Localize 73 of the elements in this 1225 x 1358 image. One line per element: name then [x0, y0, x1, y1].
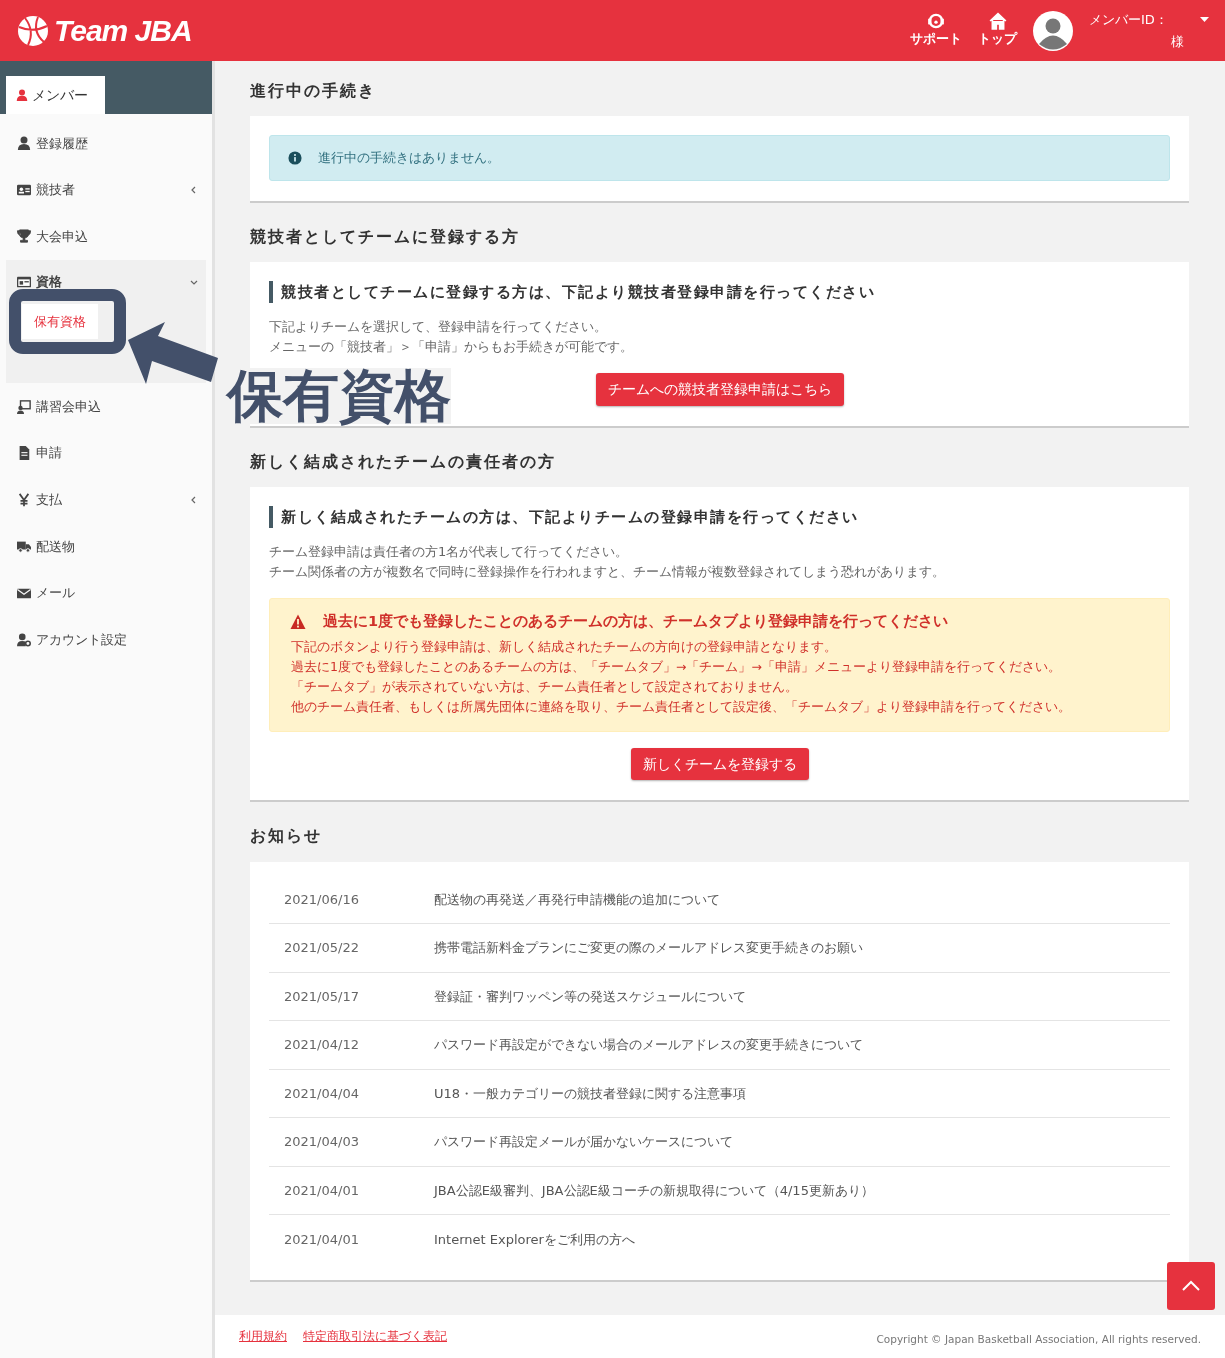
- sidebar-item[interactable]: 講習会申込: [0, 383, 212, 430]
- description-text: チーム登録申請は責任者の方1名が代表して行ってください。: [269, 543, 630, 562]
- warning-text: 過去に1度でも登録したことのあるチームの方は、「チームタブ」→「チーム」→「申請」メニューより登録申請を行ってください。: [291, 658, 1062, 677]
- sidebar-item[interactable]: アカウント設定: [0, 616, 212, 663]
- trophy-icon: [16, 229, 32, 244]
- sidebar-item[interactable]: 競技者: [0, 166, 212, 214]
- warning-text: 「チームタブ」が表示されていない方は、チーム責任者として設定されておりません。: [291, 678, 799, 697]
- news-link[interactable]: U18・一般カテゴリーの競技者登録に関する注意事項: [434, 1083, 747, 1103]
- section-title: 競技者としてチームに登録する方: [250, 226, 521, 246]
- id-card-icon: [16, 182, 32, 197]
- home-icon: [988, 12, 1007, 31]
- person-icon: [16, 136, 32, 151]
- annotation-text: 保有資格: [227, 368, 451, 424]
- warning-text: 他のチーム責任者、もしくは所属先団体に連絡を取り、チーム責任者として設定後、「チームタブ」より登録申請を行ってください。: [291, 698, 1072, 717]
- register-team-button[interactable]: 新しくチームを登録する: [630, 748, 809, 781]
- news-date: 2021/05/22: [284, 939, 360, 957]
- sidebar-item[interactable]: メール: [0, 569, 212, 617]
- sidebar-item[interactable]: 配送物: [0, 523, 212, 570]
- section-title: 進行中の手続き: [250, 81, 377, 101]
- alert-text: 進行中の手続きはありません。: [318, 149, 500, 168]
- member-tab[interactable]: メンバー: [6, 76, 105, 114]
- news-date: 2021/04/03: [284, 1133, 360, 1151]
- member-id-label: メンバーID：: [1089, 11, 1169, 29]
- apply-button[interactable]: チームへの競技者登録申請はこちら: [595, 373, 844, 406]
- news-date: 2021/04/01: [284, 1181, 360, 1200]
- nav-button[interactable]: サポート: [910, 12, 962, 49]
- description-text: メニューの「競技者」＞「申請」からもお手続きが可能です。: [269, 338, 634, 357]
- section-title: 新しく結成されたチームの責任者の方: [250, 451, 557, 471]
- news-link[interactable]: パスワード再設定ができない場合のメールアドレスの変更手続きについて: [434, 1035, 863, 1055]
- news-link[interactable]: 登録証・審判ワッペン等の発送スケジュールについて: [434, 986, 746, 1006]
- user-gear-icon: [16, 632, 32, 647]
- news-link[interactable]: パスワード再設定メールが届かないケースについて: [434, 1132, 733, 1152]
- news-link[interactable]: 配送物の再発送／再発行申請機能の追加について: [434, 889, 720, 909]
- sidebar-item[interactable]: 大会申込: [0, 213, 212, 260]
- caret-icon: [1200, 16, 1209, 23]
- copyright-text: Copyright © Japan Basketball Association, All rights reserved.: [876, 1331, 1201, 1347]
- submenu-item[interactable]: 保有資格: [22, 303, 98, 340]
- description-text: チーム関係者の方が複数名で同時に登録操作を行われますと、チーム情報が複数登録されてしまう恐れがあります。: [269, 563, 946, 582]
- news-date: 2021/05/17: [284, 987, 360, 1006]
- section-title: お知らせ: [250, 826, 323, 846]
- honorific: 様: [1170, 32, 1184, 51]
- news-date: 2021/04/12: [284, 1036, 360, 1054]
- news-link[interactable]: 携帯電話新料金プランにご変更の際のメールアドレス変更手続きのお願い: [434, 938, 863, 958]
- teacher-icon: [16, 399, 32, 414]
- back-to-top-button[interactable]: [1167, 1262, 1215, 1310]
- yen-icon: [16, 492, 32, 507]
- news-link[interactable]: JBA公認E級審判、JBA公認E級コーチの新規取得について（4/15更新あり）: [434, 1180, 874, 1200]
- chevron-up-icon: [1182, 1280, 1200, 1292]
- info-icon: [288, 150, 302, 165]
- sidebar-item[interactable]: 申請: [0, 429, 212, 477]
- avatar-icon: [1033, 10, 1073, 51]
- warning-text: 下記のボタンより行う登録申請は、新しく結成されたチームの方向けの登録申請となります。: [291, 638, 838, 657]
- headset-icon: [927, 12, 945, 31]
- description-text: 下記よりチームを選択して、登録申請を行ってください。: [269, 318, 608, 337]
- warning-icon: [289, 614, 307, 631]
- id-card-icon: [16, 274, 32, 289]
- news-link[interactable]: Internet Explorerをご利用の方へ: [434, 1229, 635, 1249]
- logo-text: Team JBA: [54, 13, 192, 48]
- sidebar-item[interactable]: 支払: [0, 476, 212, 524]
- sidebar-item[interactable]: 資格: [6, 259, 206, 304]
- news-date: 2021/04/04: [284, 1084, 360, 1103]
- footer-link[interactable]: 特定商取引法に基づく表記: [303, 1327, 447, 1346]
- nav-button[interactable]: トップ: [978, 12, 1017, 49]
- news-date: 2021/06/16: [284, 890, 360, 909]
- basketball-icon: [16, 13, 50, 48]
- panel-heading: 新しく結成されたチームの方は、下記よりチームの登録申請を行ってください: [269, 505, 1170, 529]
- warning-title: 過去に1度でも登録したことのあるチームの方は、チームタブより登録申請を行ってください: [323, 612, 949, 632]
- footer-link[interactable]: 利用規約: [239, 1327, 287, 1346]
- truck-icon: [16, 539, 32, 554]
- news-date: 2021/04/01: [284, 1230, 360, 1249]
- sidebar-item[interactable]: 登録履歴: [0, 120, 212, 167]
- person-icon: [16, 89, 28, 101]
- panel-heading: 競技者としてチームに登録する方は、下記より競技者登録申請を行ってください: [269, 280, 1170, 304]
